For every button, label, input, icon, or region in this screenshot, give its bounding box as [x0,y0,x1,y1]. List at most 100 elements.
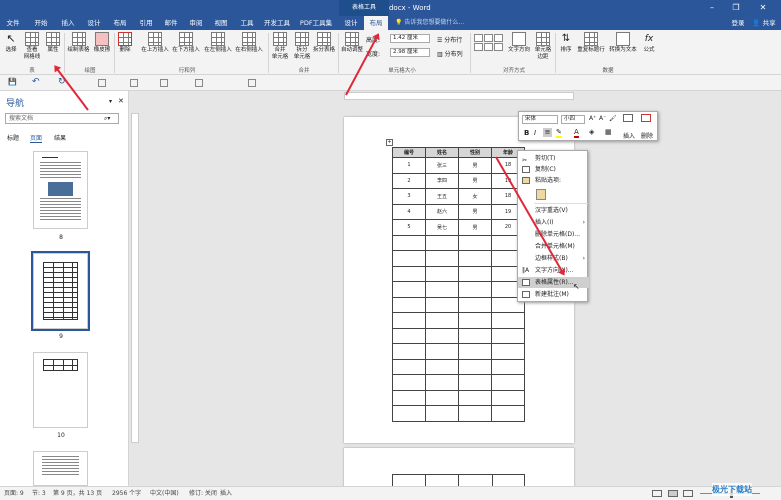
bold-icon[interactable]: B [524,129,529,137]
table-cell[interactable]: 吴七 [425,219,459,236]
table-cell[interactable] [491,343,525,360]
table-cell[interactable] [458,343,492,360]
status-page[interactable]: 页面: 9 [4,487,24,500]
insert-left-button[interactable]: 在左侧插入 [203,32,233,54]
restore-icon[interactable]: ❐ [727,0,745,16]
table-cell[interactable]: 王五 [425,188,459,205]
close-icon[interactable]: ✕ [118,97,124,105]
table-cell[interactable] [458,358,492,375]
text-direction-button[interactable]: 文字方向 [506,32,532,54]
nav-tab-headings[interactable]: 标题 [7,133,19,142]
table-cell[interactable]: 男 [458,203,492,220]
table-cell[interactable] [425,358,459,375]
minimize-icon[interactable]: – [703,0,721,16]
qat-icon[interactable] [130,79,138,87]
table-cell[interactable] [425,374,459,391]
tell-me-box[interactable]: 💡 告诉我您想要做什么... [395,16,464,30]
split-table-button[interactable]: 拆分表格 [312,32,336,54]
table-cell[interactable]: 男 [458,172,492,189]
search-icon[interactable]: ⌕▾ [104,115,110,123]
table-cell[interactable] [392,312,426,329]
insert-right-button[interactable]: 在右侧插入 [234,32,264,54]
table-cell[interactable] [458,265,492,282]
table-cell[interactable] [458,389,492,406]
insert-below-button[interactable]: 在下方插入 [171,32,201,54]
menu-item-delete-cells[interactable]: 删除单元格(D)... [518,229,589,240]
convert-to-text-button[interactable]: 转换为文本 [608,32,638,54]
menu-item-new-comment[interactable]: 新建批注(M) [518,289,589,300]
tab-developer[interactable]: 开发工具 [261,16,293,30]
page-thumbnail[interactable] [33,352,88,428]
width-input[interactable]: 2.98 厘米 [390,48,430,57]
read-mode-icon[interactable] [652,490,662,497]
qat-icon[interactable] [160,79,168,87]
table-cell[interactable] [491,358,525,375]
page-thumbnail-selected[interactable] [31,251,90,331]
table-cell[interactable] [392,343,426,360]
tab-design[interactable]: 设计 [83,16,105,30]
qat-icon[interactable] [195,79,203,87]
table-cell[interactable] [458,327,492,344]
menu-item-copy[interactable]: 复制(C) [518,164,589,175]
header-cell[interactable]: 姓名 [425,147,459,158]
tab-references[interactable]: 引用 [135,16,157,30]
page-thumbnail[interactable] [33,151,88,229]
table-cell[interactable] [392,296,426,313]
delete-button[interactable]: 删除 [116,32,134,54]
repeat-header-button[interactable]: 重复标题行 [576,32,606,54]
table-cell[interactable] [392,358,426,375]
header-cell[interactable]: 性别 [458,147,492,158]
status-section[interactable]: 节: 3 [32,487,46,500]
merge-cells-button[interactable]: 合并 单元格 [270,32,290,61]
properties-button[interactable]: 属性 [44,32,62,54]
menu-item-insert[interactable]: 插入(I) › [518,217,589,228]
table-cell[interactable] [425,250,459,267]
grow-font-icon[interactable]: A⁺ [589,115,596,122]
table-cell[interactable] [425,312,459,329]
login-link[interactable]: 登录 [728,16,748,30]
tab-table-design[interactable]: 设计 [340,16,362,30]
shading-icon[interactable]: ◈ [589,128,594,136]
table-cell[interactable] [425,327,459,344]
status-mode[interactable]: 插入 [220,487,232,500]
menu-item-text-direction[interactable]: ‖A 文字方向(X)... [518,265,589,276]
table-cell[interactable]: 李四 [425,172,459,189]
table-cell[interactable] [392,281,426,298]
font-name-select[interactable]: 宋体 [522,115,558,124]
table-cell[interactable]: 男 [458,219,492,236]
select-button[interactable]: ↖ 选择 [2,32,20,54]
tab-file[interactable]: 文件 [2,16,24,30]
table-cell[interactable] [425,296,459,313]
table-cell[interactable]: 1 [392,157,426,174]
table-cell[interactable]: 4 [392,203,426,220]
table-cell[interactable] [425,265,459,282]
table-cell[interactable] [491,405,525,422]
table-cell[interactable] [425,281,459,298]
split-cells-button[interactable]: 拆分 单元格 [292,32,312,61]
table-cell[interactable] [425,389,459,406]
table-cell[interactable]: 女 [458,188,492,205]
table-cell[interactable]: 男 [458,157,492,174]
table-icon[interactable] [623,114,633,122]
qat-icon[interactable] [248,79,256,87]
draw-table-button[interactable]: 绘制表格 [66,32,91,54]
insert-button[interactable]: 插入 [623,131,635,140]
table-cell[interactable] [392,374,426,391]
table-move-handle-icon[interactable]: + [386,139,393,146]
menu-item-cut[interactable]: ✂ 剪切(T) [518,153,589,164]
table-cell[interactable] [392,405,426,422]
status-revisions[interactable]: 修订: 关闭 [189,487,217,500]
share-button[interactable]: 👤 共享 [750,16,778,30]
table-cell[interactable] [392,234,426,251]
table-cell[interactable]: 2 [392,172,426,189]
format-painter-icon[interactable]: 🖌 [609,115,617,122]
shrink-font-icon[interactable]: A⁻ [599,115,606,122]
horizontal-ruler[interactable] [344,92,574,100]
table-cell[interactable]: 5 [392,219,426,236]
menu-item-paste-options[interactable]: 粘贴选项: [518,175,589,186]
font-color-icon[interactable]: A [574,128,579,138]
table-cell[interactable] [458,374,492,391]
nav-tab-results[interactable]: 结果 [54,133,66,142]
height-input[interactable]: 1.42 厘米 [390,34,430,43]
table-cell[interactable] [392,265,426,282]
